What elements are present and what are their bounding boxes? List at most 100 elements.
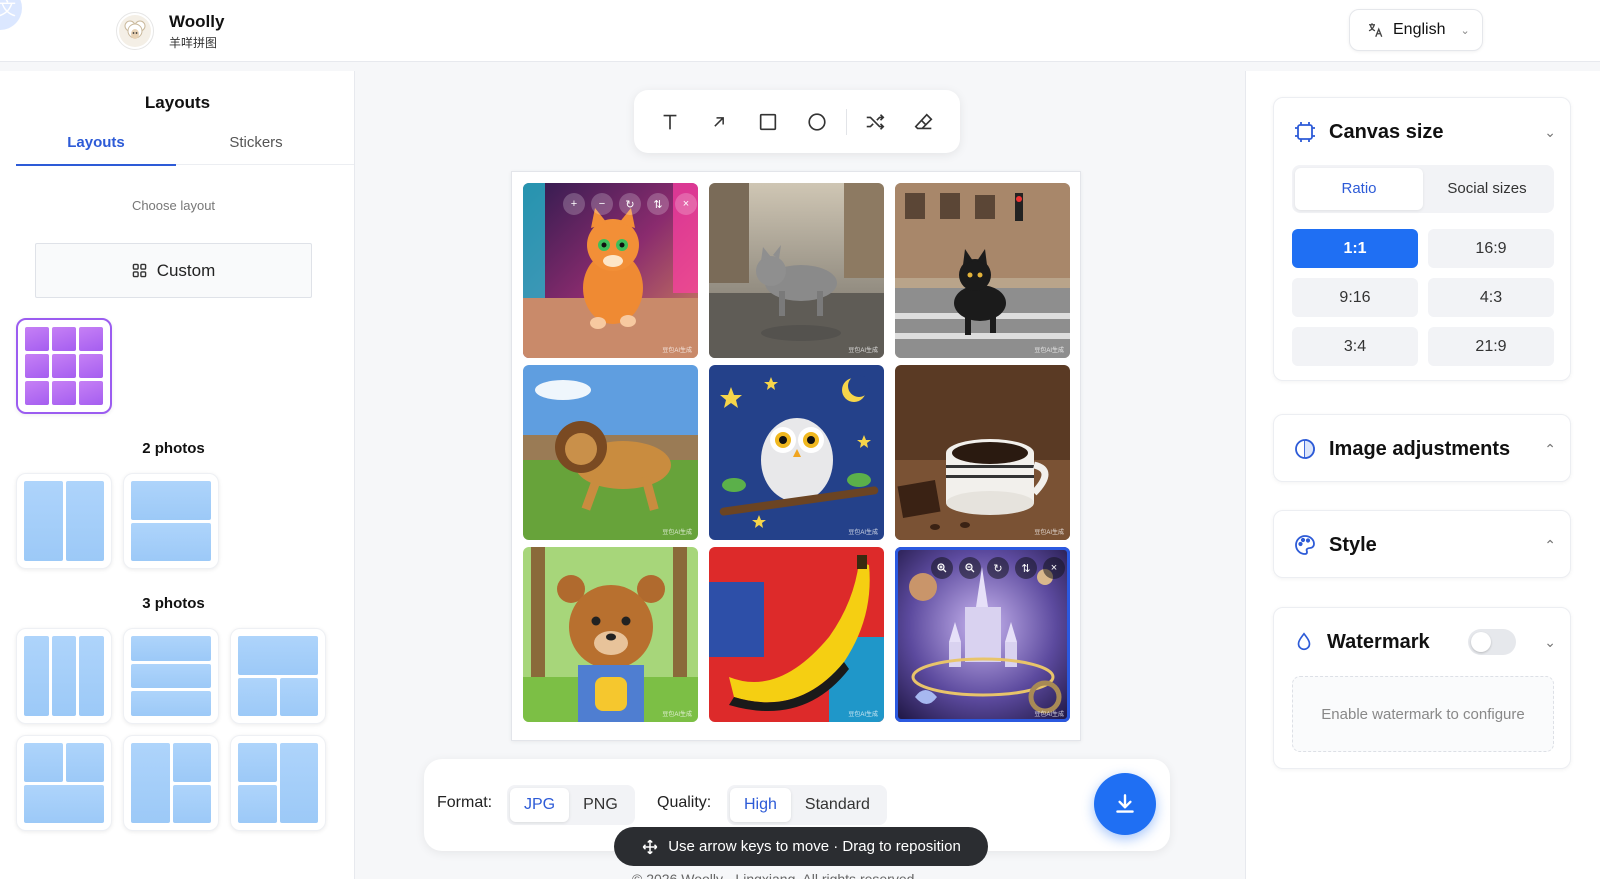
quality-label: Quality:	[657, 794, 712, 811]
rectangle-icon[interactable]	[744, 102, 793, 142]
canvas-size-title: Canvas size	[1329, 120, 1444, 143]
droplet-icon	[1297, 632, 1311, 651]
custom-label: Custom	[156, 260, 216, 280]
photo-watermark: 豆包AI生成	[848, 712, 878, 718]
download-icon	[1116, 794, 1134, 813]
layout-2-horizontal[interactable]	[123, 473, 219, 569]
grid-icon	[132, 263, 146, 278]
format-selector: JPG PNG	[507, 785, 635, 825]
format-png[interactable]: PNG	[569, 788, 632, 822]
palette-icon	[1295, 535, 1315, 555]
photo-watermark: 豆包AI生成	[1034, 348, 1064, 354]
circle-icon[interactable]	[793, 102, 842, 142]
photo-watermark: 豆包AI生成	[662, 712, 692, 718]
drawing-toolbar	[634, 90, 960, 153]
ratio-1-1[interactable]: 1:1	[1292, 229, 1418, 268]
photo-bear[interactable]: 豆包AI生成	[523, 547, 698, 722]
keyboard-hint-text: Use arrow keys to move · Drag to reposit…	[668, 838, 961, 855]
watermark-title: Watermark	[1327, 630, 1430, 653]
watermark-header: Watermark ⌄	[1293, 608, 1556, 676]
photo-orange-cat[interactable]: + − ↻ ⇅ × 豆包AI生成	[523, 183, 698, 358]
keyboard-hint: Use arrow keys to move · Drag to reposit…	[614, 827, 988, 866]
rotate-icon[interactable]: ↻	[619, 193, 641, 215]
quality-selector: High Standard	[727, 785, 887, 825]
close-icon[interactable]: ×	[1043, 557, 1065, 579]
photo-watermark: 豆包AI生成	[662, 348, 692, 354]
layout-3x3[interactable]	[16, 318, 112, 414]
ratio-16-9[interactable]: 16:9	[1428, 229, 1554, 268]
layout-3-top-wide[interactable]	[230, 628, 326, 724]
photo-watermark: 豆包AI生成	[662, 530, 692, 536]
tab-layouts[interactable]: Layouts	[16, 127, 176, 166]
style-card: Style ⌃	[1273, 510, 1571, 578]
eraser-icon[interactable]	[900, 102, 949, 142]
zoom-in-icon[interactable]: +	[563, 193, 585, 215]
image-adjustments-title: Image adjustments	[1329, 437, 1511, 460]
close-icon[interactable]: ×	[675, 193, 697, 215]
photo-black-cat[interactable]: 豆包AI生成	[895, 183, 1070, 358]
swap-icon[interactable]: ⇅	[647, 193, 669, 215]
photo-watermark: 豆包AI生成	[848, 530, 878, 536]
language-selector[interactable]: English ⌄	[1349, 9, 1483, 51]
ratio-4-3[interactable]: 4:3	[1428, 278, 1554, 317]
chevron-up-icon[interactable]: ⌃	[1544, 537, 1556, 554]
chevron-up-icon[interactable]: ⌃	[1544, 441, 1556, 458]
format-jpg[interactable]: JPG	[510, 788, 570, 822]
collage-canvas[interactable]: + − ↻ ⇅ × 豆包AI生成 豆包AI生成 豆包AI生成 豆包AI生成 豆包…	[511, 171, 1081, 741]
panel-tabs: Layouts Stickers	[16, 127, 354, 166]
download-button[interactable]	[1094, 773, 1156, 835]
logo[interactable]	[116, 12, 154, 50]
photo-lion[interactable]: 豆包AI生成	[523, 365, 698, 540]
tab-ratio[interactable]: Ratio	[1295, 168, 1423, 210]
zoom-out-icon[interactable]: −	[591, 193, 613, 215]
format-label: Format:	[437, 794, 493, 811]
photo-coffee[interactable]: 豆包AI生成	[895, 365, 1070, 540]
watermark-toggle[interactable]	[1468, 629, 1517, 655]
adjustments-icon	[1295, 439, 1315, 459]
translate-icon[interactable]: 文	[0, 0, 22, 30]
choose-layout-label: Choose layout	[131, 198, 216, 213]
layout-3-right-tall[interactable]	[230, 735, 326, 831]
zoom-in-icon[interactable]	[931, 557, 953, 579]
arrow-icon[interactable]	[695, 102, 744, 142]
style-title: Style	[1329, 533, 1377, 556]
ratio-9-16[interactable]: 9:16	[1292, 278, 1418, 317]
image-adjustments-header[interactable]: Image adjustments ⌃	[1293, 415, 1556, 483]
photo-fantasy-castle[interactable]: ↻ ⇅ × 豆包AI生成	[895, 547, 1070, 722]
layout-3-rows[interactable]	[123, 628, 219, 724]
canvas-size-header[interactable]: Canvas size ⌄	[1293, 98, 1556, 166]
shuffle-icon[interactable]	[851, 102, 900, 142]
move-icon	[642, 839, 658, 854]
custom-layout-button[interactable]: Custom	[35, 243, 312, 298]
watermark-card: Watermark ⌄ Enable watermark to configur…	[1273, 607, 1571, 769]
quality-high[interactable]: High	[730, 788, 791, 822]
panel-title: Layouts	[144, 93, 211, 112]
text-icon[interactable]	[646, 102, 695, 142]
canvas-size-card: Canvas size ⌄ Ratio Social sizes 1:1 16:…	[1273, 97, 1571, 381]
photo-watermark: 豆包AI生成	[848, 348, 878, 354]
layout-3-bottom-wide[interactable]	[16, 735, 112, 831]
rotate-icon[interactable]: ↻	[987, 557, 1009, 579]
brand-subtitle: 羊咩拼图	[169, 36, 218, 50]
chevron-down-icon: ⌄	[1460, 24, 1470, 37]
language-label: English	[1393, 21, 1446, 38]
photo-owl[interactable]: 豆包AI生成	[709, 365, 884, 540]
chevron-down-icon[interactable]: ⌄	[1544, 634, 1556, 651]
tab-social-sizes[interactable]: Social sizes	[1423, 168, 1551, 210]
swap-icon[interactable]: ⇅	[1015, 557, 1037, 579]
layout-3-columns[interactable]	[16, 628, 112, 724]
tab-stickers[interactable]: Stickers	[176, 127, 336, 165]
photo-banana[interactable]: 豆包AI生成	[709, 547, 884, 722]
ratio-21-9[interactable]: 21:9	[1428, 327, 1554, 366]
quality-standard[interactable]: Standard	[791, 788, 884, 822]
toolbar-divider	[845, 108, 847, 135]
photo-watermark: 豆包AI生成	[1034, 530, 1064, 536]
layout-3-left-tall[interactable]	[123, 735, 219, 831]
chevron-down-icon[interactable]: ⌄	[1544, 124, 1556, 141]
style-header[interactable]: Style ⌃	[1293, 511, 1556, 579]
layout-2-vertical[interactable]	[16, 473, 112, 569]
ratio-3-4[interactable]: 3:4	[1292, 327, 1418, 366]
photo-grey-cat[interactable]: 豆包AI生成	[709, 183, 884, 358]
zoom-out-icon[interactable]	[959, 557, 981, 579]
size-mode-tabs: Ratio Social sizes	[1292, 165, 1554, 213]
